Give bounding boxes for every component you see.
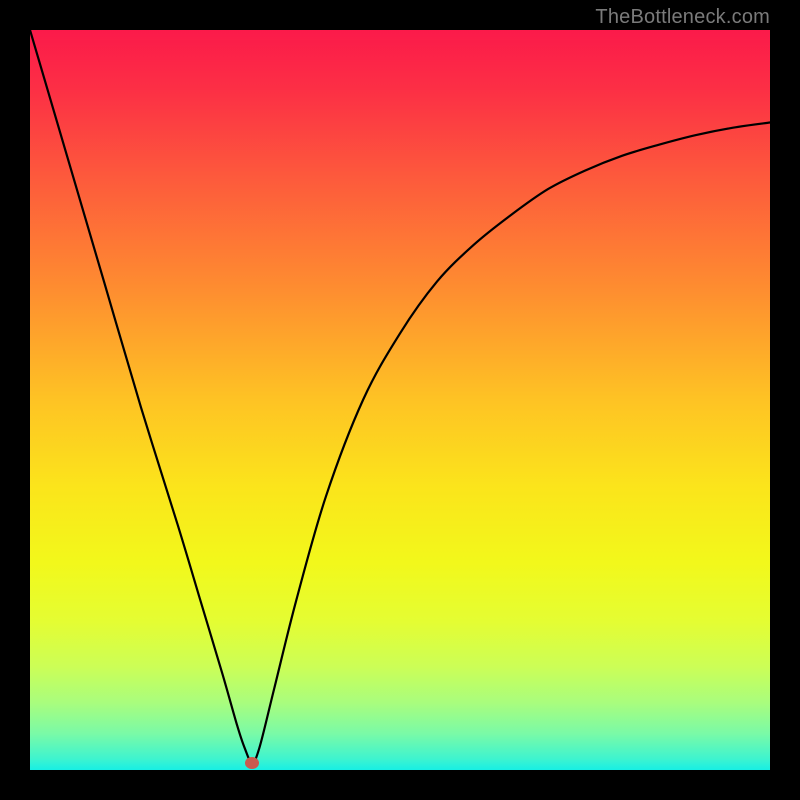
curve-layer (30, 30, 770, 770)
bottleneck-curve (30, 30, 770, 763)
watermark-text: TheBottleneck.com (595, 6, 770, 29)
plot-area (30, 30, 770, 770)
minimum-marker-dot (245, 757, 259, 769)
chart-frame: TheBottleneck.com (0, 0, 800, 800)
